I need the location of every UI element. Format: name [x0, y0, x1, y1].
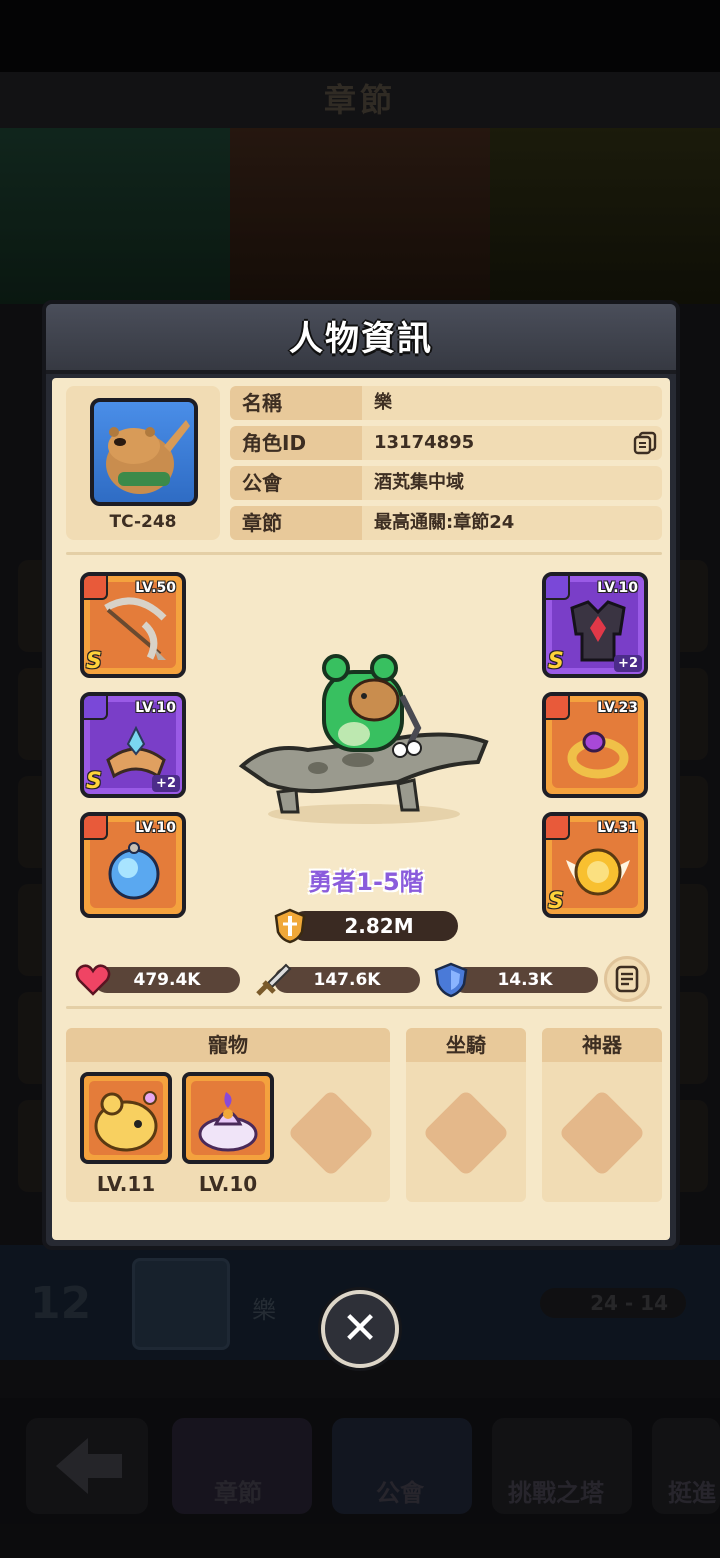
shield-icon — [434, 962, 468, 998]
equipment-level: LV.23 — [597, 700, 638, 716]
ring-icon — [567, 731, 629, 779]
info-value: 13174895 — [362, 426, 662, 460]
dialog-header: 人物資訊 — [46, 304, 676, 374]
capybara-portrait-icon — [106, 420, 190, 494]
empty-mount-slot[interactable] — [422, 1089, 510, 1177]
hp-value: 479.4K — [94, 967, 240, 993]
genie-lamp-icon — [198, 1092, 258, 1152]
empty-artifact-slot[interactable] — [558, 1089, 646, 1177]
info-label: 章節 — [230, 506, 362, 540]
equipment-slot-bracer[interactable]: LV.10 S +2 — [80, 692, 186, 798]
attack-value: 147.6K — [274, 967, 420, 993]
empty-pet-slot[interactable] — [287, 1089, 375, 1177]
info-row-name: 名稱 樂 — [230, 386, 662, 420]
mount-panel: 坐騎 — [406, 1028, 526, 1202]
close-button[interactable]: ✕ — [321, 1290, 399, 1368]
bow-icon — [104, 597, 167, 660]
equipment-slot-weapon[interactable]: LV.50 S — [80, 572, 186, 678]
heart-icon — [75, 964, 111, 996]
equipment-level: LV.10 — [135, 700, 176, 716]
equipment-level: LV.50 — [135, 580, 176, 596]
dialog-body: TC-248 名稱 樂 角色ID 13174895 公會 酒芄集中域 章節 最高… — [52, 378, 670, 1240]
equipment-level: LV.10 — [597, 580, 638, 596]
combat-power: 2.82M — [272, 908, 458, 944]
power-shield-icon — [274, 908, 306, 944]
equipment-slot-medal[interactable]: LV.31 S — [542, 812, 648, 918]
info-label: 角色ID — [230, 426, 362, 460]
profile-avatar-box: TC-248 — [66, 386, 220, 540]
defense-value: 14.3K — [452, 967, 598, 993]
close-icon: ✕ — [341, 1303, 379, 1354]
stat-defense: 14.3K — [432, 962, 598, 998]
dialog-title: 人物資訊 — [289, 319, 433, 359]
stats-detail-button[interactable] — [604, 956, 650, 1002]
equipment-level: LV.31 — [597, 820, 638, 836]
info-label: 公會 — [230, 466, 362, 500]
info-value: 最高通關:章節24 — [362, 506, 662, 540]
pet-slot[interactable] — [182, 1072, 274, 1164]
orb-necklace-icon — [108, 842, 160, 900]
mount-header: 坐騎 — [406, 1028, 526, 1062]
detail-list-icon — [615, 965, 639, 993]
pets-panel: 寵物 LV.11 LV.10 — [66, 1028, 390, 1202]
equipment-grade: S — [548, 889, 564, 914]
equipment-slot-armor[interactable]: LV.10 S +2 — [542, 572, 648, 678]
info-value: 酒芄集中域 — [362, 466, 662, 500]
section-divider — [66, 1006, 662, 1009]
sun-medal-icon — [566, 848, 630, 896]
combat-power-value: 2.82M — [290, 911, 458, 941]
pets-header: 寵物 — [66, 1028, 390, 1062]
info-value: 樂 — [362, 386, 662, 420]
info-row-chapter: 章節 最高通關:章節24 — [230, 506, 662, 540]
equipment-grade: S — [86, 649, 102, 674]
stat-attack: 147.6K — [254, 962, 420, 998]
artifact-panel: 神器 — [542, 1028, 662, 1202]
equipment-slot-necklace[interactable]: LV.10 — [80, 812, 186, 918]
pet-level: LV.11 — [96, 1172, 156, 1196]
player-code: TC-248 — [109, 512, 177, 532]
pet-level: LV.10 — [198, 1172, 258, 1196]
hero-character-icon — [238, 654, 489, 824]
pet-slot[interactable] — [80, 1072, 172, 1164]
copy-icon[interactable] — [632, 430, 658, 456]
info-row-guild: 公會 酒芄集中域 — [230, 466, 662, 500]
section-divider — [66, 552, 662, 555]
sword-icon — [256, 963, 292, 996]
info-label: 名稱 — [230, 386, 362, 420]
avatar — [90, 398, 198, 506]
character-id-value: 13174895 — [374, 432, 475, 453]
character-info-dialog: 人物資訊 TC-248 名稱 樂 角色ID 13174895 公會 酒芄集中域 … — [42, 300, 680, 1250]
equipment-grade: S — [548, 649, 564, 674]
equipment-slot-ring[interactable]: LV.23 — [542, 692, 648, 798]
hero-rank: 勇者1-5階 — [308, 868, 424, 896]
equipment-bonus: +2 — [152, 775, 180, 792]
info-row-id: 角色ID 13174895 — [230, 426, 662, 460]
equipment-level: LV.10 — [135, 820, 176, 836]
equipment-grade: S — [86, 769, 102, 794]
stat-hp: 479.4K — [74, 962, 240, 998]
yellow-creature-icon — [94, 1091, 158, 1152]
equipment-bonus: +2 — [614, 655, 642, 672]
artifact-header: 神器 — [542, 1028, 662, 1062]
